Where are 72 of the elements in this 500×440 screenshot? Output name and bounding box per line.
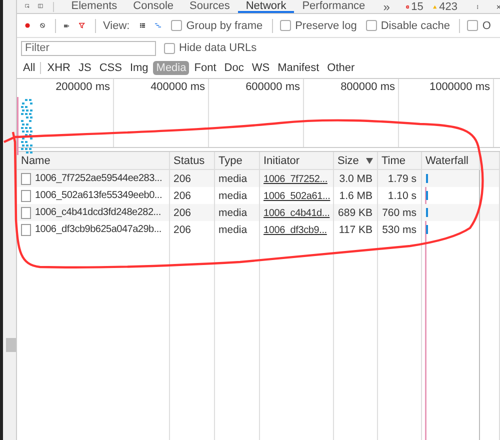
- devtools-tab[interactable]: Sources: [182, 0, 238, 13]
- table-cell: media: [218, 172, 248, 184]
- clear-icon[interactable]: [40, 20, 46, 31]
- type-filter[interactable]: Img: [126, 61, 152, 75]
- initiator-link[interactable]: 1006_502a61...: [264, 190, 330, 202]
- filter-field[interactable]: Filter: [21, 40, 156, 56]
- type-filter[interactable]: WS: [248, 61, 273, 75]
- checkbox-label: Hide data URLs: [179, 42, 257, 54]
- table-cell: 530 ms: [382, 224, 416, 236]
- checkbox[interactable]: [467, 20, 478, 31]
- table-cell: 689 KB: [338, 206, 372, 218]
- devtools-tab[interactable]: Performance: [294, 0, 374, 13]
- table-cell: 1.6 MB: [339, 190, 372, 202]
- type-filter[interactable]: XHR: [44, 61, 74, 75]
- file-icon: [21, 172, 31, 184]
- checkbox[interactable]: [280, 20, 292, 31]
- checkbox[interactable]: [164, 42, 175, 54]
- table-cell: 206: [174, 172, 192, 184]
- checkbox[interactable]: [171, 20, 182, 31]
- warning-icon: [433, 3, 438, 11]
- type-filter[interactable]: Manifest: [274, 61, 322, 75]
- devtools-tab[interactable]: Elements: [63, 0, 126, 13]
- type-filter[interactable]: Font: [191, 61, 220, 75]
- table-cell: media: [218, 224, 248, 236]
- devtools-tab[interactable]: Network: [238, 0, 294, 13]
- table-cell: 760 ms: [382, 206, 416, 218]
- checkbox-label: Group by frame: [186, 20, 263, 32]
- type-filter[interactable]: JS: [75, 61, 94, 75]
- file-icon: [21, 190, 31, 202]
- table-cell: 206: [174, 190, 192, 202]
- more-tabs-button[interactable]: »: [377, 0, 396, 13]
- timeline-tick-label: 200000 ms: [56, 81, 110, 93]
- timeline-tick-label: 800000 ms: [340, 81, 395, 93]
- type-filter[interactable]: Doc: [221, 61, 247, 75]
- checkbox-label: O: [482, 20, 491, 32]
- type-filter[interactable]: Other: [324, 61, 358, 75]
- filter-icon[interactable]: [79, 20, 85, 31]
- type-filter[interactable]: CSS: [96, 61, 125, 75]
- error-count: 15: [411, 1, 424, 13]
- close-icon[interactable]: [496, 3, 500, 11]
- table-cell: 1.79 s: [388, 172, 416, 184]
- devtools-tab[interactable]: Console: [125, 0, 182, 13]
- table-cell[interactable]: 1006_502a613fe55349eeb0...: [35, 190, 162, 201]
- file-icon: [21, 206, 31, 218]
- checkbox-label: Preserve log: [295, 20, 357, 32]
- waterfall-view-icon[interactable]: [154, 21, 162, 30]
- warning-count: 423: [439, 1, 458, 13]
- inspect-icon[interactable]: [25, 1, 30, 11]
- camera-icon[interactable]: [64, 22, 70, 30]
- table-cell: 1.10 s: [388, 190, 416, 202]
- checkbox-label: Disable cache: [380, 20, 450, 32]
- table-cell: 206: [174, 206, 192, 218]
- timeline-tick-label: 400000 ms: [150, 81, 205, 93]
- column-header[interactable]: Name: [21, 154, 50, 166]
- type-filter[interactable]: All: [20, 61, 38, 75]
- error-icon: [406, 3, 410, 11]
- view-label: View:: [103, 20, 130, 32]
- file-icon: [21, 224, 31, 236]
- table-cell: 117 KB: [338, 224, 372, 236]
- table-cell: media: [218, 206, 248, 218]
- table-cell: 206: [174, 224, 192, 236]
- list-view-icon[interactable]: [140, 21, 145, 30]
- checkbox[interactable]: [366, 20, 377, 31]
- table-cell: media: [218, 190, 248, 202]
- table-cell: 3.0 MB: [339, 172, 372, 184]
- scrollbar-thumb[interactable]: [6, 338, 16, 352]
- timeline-tick-label: 600000 ms: [246, 81, 300, 93]
- initiator-link[interactable]: 1006_df3cb9...: [264, 224, 327, 236]
- timeline-tick-label: 1000000 ms: [429, 81, 490, 93]
- sort-descending-icon: [366, 158, 372, 164]
- device-icon[interactable]: [38, 1, 43, 11]
- table-cell[interactable]: 1006_df3cb9b625a047a29b...: [35, 224, 162, 235]
